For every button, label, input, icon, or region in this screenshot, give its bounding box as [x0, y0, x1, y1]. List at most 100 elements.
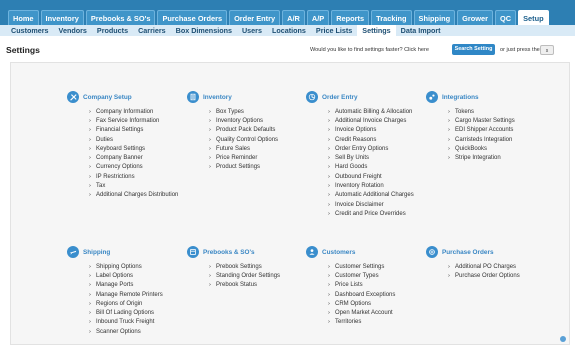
settings-link-purchase-order-options[interactable]: › Purchase Order Options [448, 271, 520, 280]
settings-link-cargo-master-settings[interactable]: › Cargo Master Settings [448, 116, 515, 125]
settings-link-label: Inventory Rotation [335, 183, 384, 190]
settings-link-prebook-settings[interactable]: › Prebook Settings [209, 262, 280, 271]
tab-reports[interactable]: Reports [331, 10, 370, 25]
settings-link-inbound-truck-freight[interactable]: › Inbound Truck Freight [89, 318, 163, 327]
settings-link-label: Manage Ports [96, 282, 134, 289]
settings-link-financial-settings[interactable]: › Financial Settings [89, 126, 178, 135]
settings-link-credit-reasons[interactable]: › Credit Reasons [328, 135, 414, 144]
subtab-settings[interactable]: Settings [357, 25, 396, 36]
chevron-right-icon: › [328, 164, 330, 171]
settings-link-customer-types[interactable]: › Customer Types [328, 271, 395, 280]
settings-link-tokens[interactable]: › Tokens [448, 107, 515, 116]
section-company-setup: Company Setup › Company Information › Fax Se… [67, 90, 178, 200]
settings-link-manage-remote-printers[interactable]: › Manage Remote Printers [89, 290, 163, 299]
settings-link-invoice-disclaimer[interactable]: › Invoice Disclaimer [328, 200, 414, 209]
settings-link-bill-of-lading-options[interactable]: › Bill Of Lading Options [89, 308, 163, 317]
tab-a-p[interactable]: A/P [306, 10, 330, 25]
settings-link-currency-options[interactable]: › Currency Options [89, 163, 178, 172]
settings-link-fax-service-information[interactable]: › Fax Service Information [89, 116, 178, 125]
settings-link-crm-options[interactable]: › CRM Options [328, 299, 395, 308]
tab-home[interactable]: Home [8, 10, 39, 25]
settings-link-customer-settings[interactable]: › Customer Settings [328, 262, 395, 271]
settings-link-label: Duties [96, 136, 114, 143]
subtab-data-import[interactable]: Data Import [396, 25, 446, 36]
settings-link-additional-po-charges[interactable]: › Additional PO Charges [448, 262, 520, 271]
settings-link-inventory-options[interactable]: › Inventory Options [209, 116, 278, 125]
settings-link-label: Dashboard Exceptions [335, 291, 396, 298]
settings-link-price-lists[interactable]: › Price Lists [328, 281, 395, 290]
settings-link-credit-and-price-overrides[interactable]: › Credit and Price Overrides [328, 209, 414, 218]
subtab-vendors[interactable]: Vendors [54, 25, 92, 36]
subtab-price-lists[interactable]: Price Lists [311, 25, 357, 36]
settings-link-product-settings[interactable]: › Product Settings [209, 163, 278, 172]
settings-link-label: Product Pack Defaults [216, 127, 276, 134]
tab-shipping[interactable]: Shipping [413, 10, 456, 25]
settings-link-automatic-additional-charges[interactable]: › Automatic Additional Charges [328, 191, 414, 200]
section-shipping: Shipping › Shipping Options › Label Options ›… [67, 245, 163, 336]
settings-link-label: Manage Remote Printers [96, 291, 163, 298]
settings-link-list: › Tokens › Cargo Master Settings › EDI Shippe… [426, 107, 515, 163]
settings-link-company-information[interactable]: › Company Information [89, 107, 178, 116]
tab-order-entry[interactable]: Order Entry [229, 10, 281, 25]
settings-link-tax[interactable]: › Tax [89, 181, 178, 190]
settings-link-order-entry-options[interactable]: › Order Entry Options [328, 144, 414, 153]
settings-link-box-types[interactable]: › Box Types [209, 107, 278, 116]
settings-link-product-pack-defaults[interactable]: › Product Pack Defaults [209, 126, 278, 135]
settings-link-price-reminder[interactable]: › Price Reminder [209, 153, 278, 162]
settings-link-sell-by-units[interactable]: › Sell By Units [328, 153, 414, 162]
subtab-carriers[interactable]: Carriers [133, 25, 171, 36]
shortcut-key-badge[interactable]: s [540, 45, 554, 55]
settings-link-territories[interactable]: › Territories [328, 318, 395, 327]
settings-link-label: Additional Invoice Charges [335, 117, 407, 124]
settings-link-prebook-status[interactable]: › Prebook Status [209, 281, 280, 290]
tab-qc[interactable]: QC [495, 10, 517, 25]
section-header: Company Setup [67, 90, 178, 104]
settings-link-duties[interactable]: › Duties [89, 135, 178, 144]
settings-link-label-options[interactable]: › Label Options [89, 271, 163, 280]
settings-link-outbound-freight[interactable]: › Outbound Freight [328, 172, 414, 181]
settings-link-future-sales[interactable]: › Future Sales [209, 144, 278, 153]
settings-link-quickbooks[interactable]: › QuickBooks [448, 144, 515, 153]
subtab-locations[interactable]: Locations [267, 25, 311, 36]
tab-prebooks-and-so-s[interactable]: Prebooks & SO's [85, 10, 156, 25]
subtab-products[interactable]: Products [92, 25, 133, 36]
tab-grower[interactable]: Grower [457, 10, 494, 25]
settings-link-standing-order-settings[interactable]: › Standing Order Settings [209, 271, 280, 280]
settings-link-regions-of-origin[interactable]: › Regions of Origin [89, 299, 163, 308]
settings-link-label: Territories [335, 319, 362, 326]
settings-link-label: Hard Goods [335, 164, 368, 171]
tab-setup[interactable]: Setup [518, 10, 549, 25]
subtab-box-dimensions[interactable]: Box Dimensions [171, 25, 237, 36]
settings-link-company-banner[interactable]: › Company Banner [89, 153, 178, 162]
settings-link-quality-control-options[interactable]: › Quality Control Options [209, 135, 278, 144]
chevron-right-icon: › [89, 282, 91, 289]
settings-link-label: Sell By Units [335, 155, 370, 162]
settings-link-invoice-options[interactable]: › Invoice Options [328, 126, 414, 135]
settings-link-inventory-rotation[interactable]: › Inventory Rotation [328, 181, 414, 190]
settings-link-hard-goods[interactable]: › Hard Goods [328, 163, 414, 172]
settings-link-dashboard-exceptions[interactable]: › Dashboard Exceptions [328, 290, 395, 299]
settings-link-stripe-integration[interactable]: › Stripe Integration [448, 153, 515, 162]
tab-inventory[interactable]: Inventory [40, 10, 84, 25]
settings-link-open-market-account[interactable]: › Open Market Account [328, 308, 395, 317]
settings-link-manage-ports[interactable]: › Manage Ports [89, 281, 163, 290]
settings-link-list: › Company Information › Fax Service Informa… [67, 107, 178, 200]
chevron-right-icon: › [448, 117, 450, 124]
chevron-right-icon: › [328, 173, 330, 180]
search-setting-button[interactable]: Search Setting [452, 44, 495, 55]
tab-a-r[interactable]: A/R [282, 10, 305, 25]
settings-link-edi-shipper-accounts[interactable]: › EDI Shipper Accounts [448, 126, 515, 135]
subtab-users[interactable]: Users [237, 25, 267, 36]
settings-link-carristeds-integration[interactable]: › Carristeds Integration [448, 135, 515, 144]
tab-tracking[interactable]: Tracking [371, 10, 412, 25]
settings-link-ip-restrictions[interactable]: › IP Restrictions [89, 172, 178, 181]
subtab-customers[interactable]: Customers [6, 25, 54, 36]
settings-link-label: IP Restrictions [96, 173, 135, 180]
tab-purchase-orders[interactable]: Purchase Orders [157, 10, 228, 25]
settings-link-additional-charges-distribution[interactable]: › Additional Charges Distribution [89, 191, 178, 200]
settings-link-scanner-options[interactable]: › Scanner Options [89, 327, 163, 336]
settings-link-keyboard-settings[interactable]: › Keyboard Settings [89, 144, 178, 153]
settings-link-shipping-options[interactable]: › Shipping Options [89, 262, 163, 271]
settings-link-additional-invoice-charges[interactable]: › Additional Invoice Charges [328, 116, 414, 125]
settings-link-automatic-billing-and-allocation[interactable]: › Automatic Billing & Allocation [328, 107, 414, 116]
